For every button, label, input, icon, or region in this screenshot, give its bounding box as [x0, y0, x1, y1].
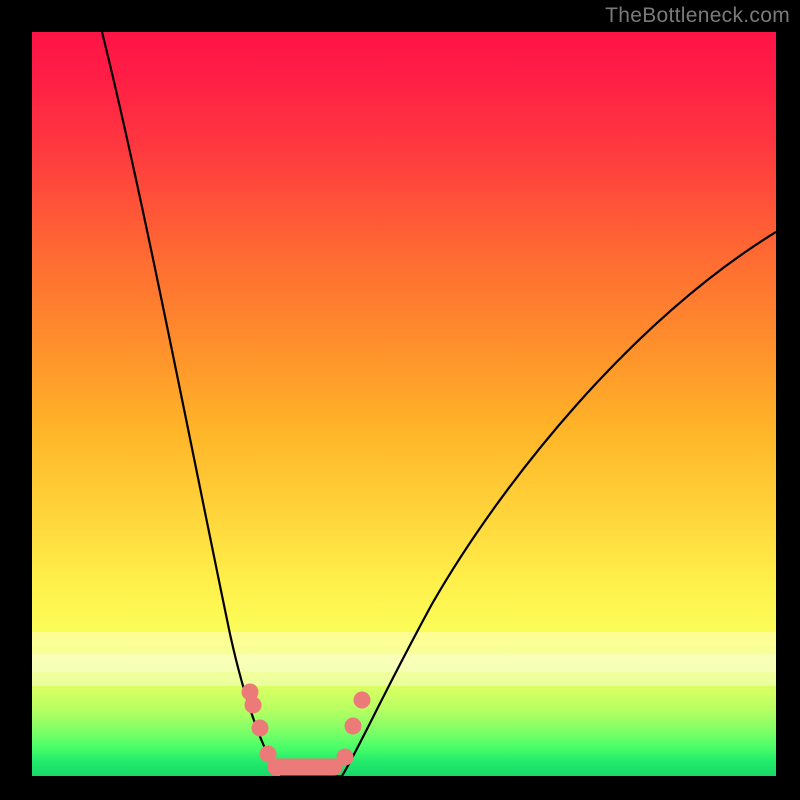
marker-dot — [354, 692, 370, 708]
curve-left-branch — [102, 32, 282, 776]
curve-right-branch — [342, 232, 776, 776]
marker-dot — [252, 720, 268, 736]
marker-dot — [345, 718, 361, 734]
plot-area — [32, 32, 776, 776]
marker-group — [242, 684, 370, 775]
marker-dot — [245, 697, 261, 713]
marker-dot — [337, 749, 353, 765]
marker-dot — [260, 746, 276, 762]
marker-pill — [268, 759, 342, 775]
watermark-text: TheBottleneck.com — [605, 4, 790, 28]
chart-stage: TheBottleneck.com — [0, 0, 800, 800]
curve-layer — [32, 32, 776, 776]
